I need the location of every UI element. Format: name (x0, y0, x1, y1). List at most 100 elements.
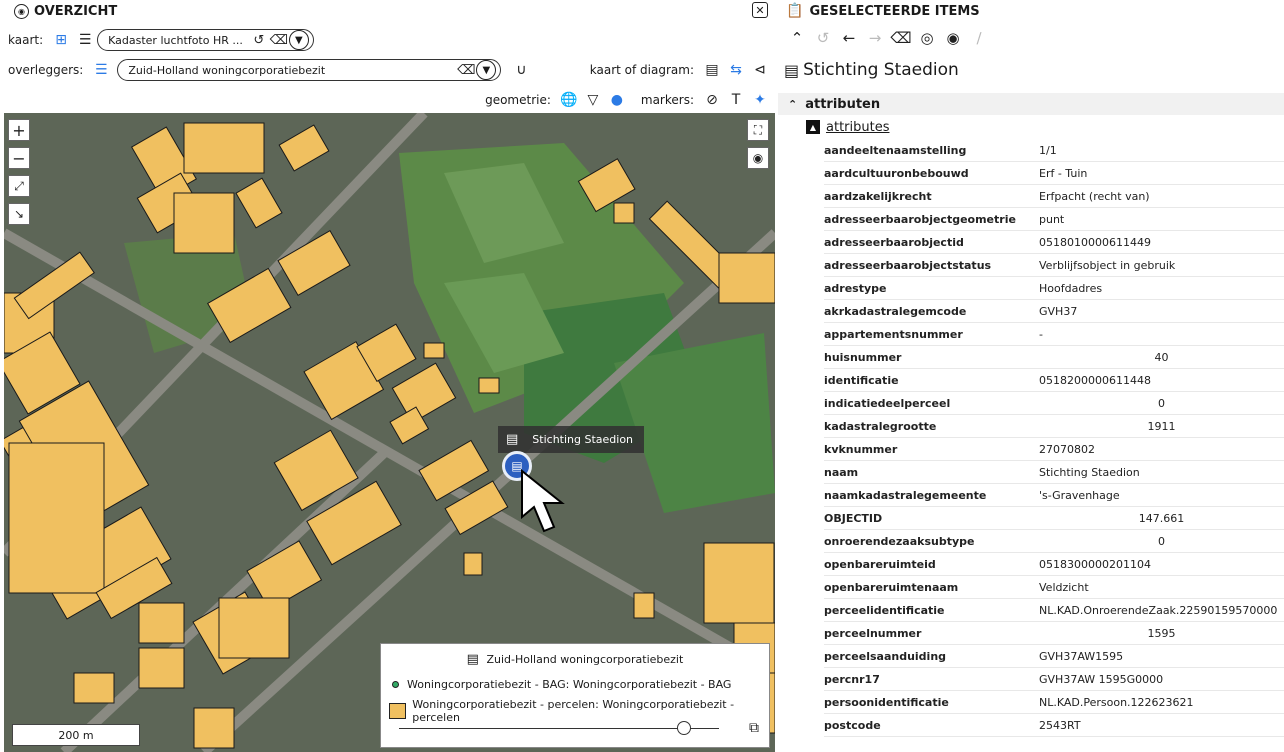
attribute-key: aardcultuuronbebouwd (824, 166, 969, 180)
map-canvas[interactable]: + − ⤢ ↘ ⛶ ◉ ▤ Stichting Staedion ▤ 200 m… (4, 113, 775, 752)
attribute-value: 0518300000201104 (1039, 557, 1151, 571)
legend-item: Woningcorporatiebezit - BAG: Woningcorpo… (389, 678, 731, 691)
overleggers-label: overleggers: (8, 63, 84, 77)
legend-item-label: Woningcorporatiebezit - BAG: Woningcorpo… (407, 678, 732, 691)
attribute-value: 27070802 (1039, 442, 1095, 456)
arrow-left-icon[interactable]: ← (836, 29, 862, 47)
attribute-key: openbareruimteid (824, 557, 936, 571)
attribute-row: openbareruimtenaam Veldzicht (824, 576, 1284, 599)
eye-icon[interactable]: ◉ (940, 29, 966, 47)
attribute-key: adresseerbaarobjectgeometrie (824, 212, 1016, 226)
attribute-row: naamkadastralegemeente 's-Gravenhage (824, 484, 1284, 507)
eraser-icon[interactable]: ⌫ (888, 29, 914, 47)
opacity-slider[interactable] (399, 728, 719, 729)
polygon-symbol-icon (389, 703, 407, 719)
map-icon: ▤ (466, 652, 479, 667)
attribute-row: identificatie 0518200000611448 (824, 369, 1284, 392)
layers-tree-icon[interactable]: ⊞ (51, 30, 71, 50)
subsection-label[interactable]: attributes (826, 120, 889, 135)
legend-item: Woningcorporatiebezit - percelen: Woning… (389, 698, 769, 724)
attribute-value: 147.661 (1138, 511, 1185, 525)
attribute-value: GVH37AW 1595G0000 (1039, 672, 1164, 686)
opacity-slider-handle[interactable] (677, 721, 691, 735)
overlay-select[interactable]: Zuid-Holland woningcorporatiebezit ⌫ ▼ (117, 59, 502, 81)
camera-icon[interactable]: ◉ (747, 147, 769, 169)
copy-icon[interactable]: ⧉ (749, 720, 759, 736)
selection-toolbar: ⌃ ↺ ← → ⌫ ◎ ◉ ∕ (784, 27, 992, 49)
attribute-value: Stichting Staedion (1039, 465, 1140, 479)
list-icon[interactable]: ☰ (91, 60, 111, 80)
scale-bar: 200 m (12, 724, 140, 746)
collapse-all-icon[interactable]: ⌃ (784, 29, 810, 47)
basemap-value: Kadaster luchtfoto HR ... (108, 33, 243, 47)
attribute-value: Erf - Tuin (1039, 166, 1088, 180)
zoom-out-button[interactable]: − (8, 147, 30, 169)
legend-item-label: Woningcorporatiebezit - percelen: Woning… (412, 698, 735, 724)
markers-label: markers: (640, 93, 694, 107)
attribute-key: naamkadastralegemeente (824, 488, 987, 502)
filter-icon[interactable]: ▽ (583, 90, 603, 110)
attribute-row: indicatiedeelperceel 0 (824, 392, 1284, 415)
share-icon[interactable]: ⊲ (750, 60, 770, 80)
attribute-key: openbareruimtenaam (824, 580, 959, 594)
attribute-row: naam Stichting Staedion (824, 461, 1284, 484)
map-icon: ▤ (784, 60, 800, 80)
history-icon: ↺ (816, 29, 830, 47)
close-icon[interactable]: ✕ (752, 2, 768, 18)
zoom-extent-icon[interactable]: ⤢ (8, 175, 30, 197)
attribute-row: huisnummer 40 (824, 346, 1284, 369)
overview-title-bar: ◉ OVERZICHT (0, 0, 776, 22)
history-icon[interactable]: ↺ (249, 30, 269, 50)
globe-icon[interactable]: 🌐 (559, 90, 579, 110)
marker-off-icon[interactable]: ⊘ (702, 90, 722, 110)
attribute-value: Hoofdadres (1039, 281, 1103, 295)
chevron-down-icon[interactable]: ▼ (288, 30, 309, 50)
attribute-value: 0518010000611449 (1039, 235, 1151, 249)
attribute-row: aandeeltenaamstelling 1/1 (824, 139, 1284, 162)
attribute-value: 1911 (1147, 419, 1176, 433)
map-icon: ▤ (506, 432, 519, 447)
selected-items-title: GESELECTEERDE ITEMS (809, 3, 980, 19)
attribute-key: indicatiedeelperceel (824, 396, 951, 410)
attribute-value: 0 (1158, 396, 1165, 410)
attributes-subsection[interactable]: ▲ attributes (806, 117, 889, 137)
fullscreen-icon[interactable]: ⛶ (747, 119, 769, 141)
overview-title: OVERZICHT (34, 3, 118, 19)
geometrie-label: geometrie: (485, 93, 551, 107)
basemap-select[interactable]: Kadaster luchtfoto HR ... ↺ ⌫ ▼ (97, 29, 314, 51)
chevron-down-icon[interactable]: ▼ (476, 60, 497, 80)
attribute-row: openbareruimteid 0518300000201104 (824, 553, 1284, 576)
cluster-icon[interactable]: ✦ (750, 90, 770, 110)
legend-title-text: Zuid-Holland woningcorporatiebezit (486, 653, 684, 666)
list-icon[interactable]: ☰ (75, 30, 95, 50)
text-icon[interactable]: T (726, 90, 746, 110)
map-icon[interactable]: ▤ (702, 60, 722, 80)
zoom-in-button[interactable]: + (8, 119, 30, 141)
attribute-key: adresseerbaarobjectid (824, 235, 964, 249)
attributes-section-header[interactable]: ⌃ attributen (778, 93, 1284, 115)
collapse-icon[interactable]: ↘ (8, 203, 30, 225)
locate-icon[interactable]: ◎ (914, 29, 940, 47)
attribute-key: onroerendezaaksubtype (824, 534, 975, 548)
point-symbol-icon (392, 681, 399, 688)
swap-icon[interactable]: ⇆ (726, 60, 746, 80)
overlays-row: overleggers: ☰ Zuid-Holland woningcorpor… (0, 57, 776, 83)
attribute-key: akrkadastralegemcode (824, 304, 967, 318)
attribute-row: appartementsnummer - (824, 323, 1284, 346)
basemap-row: kaart: ⊞ ☰ Kadaster luchtfoto HR ... ↺ ⌫… (0, 27, 314, 53)
scale-text: 200 m (58, 728, 94, 742)
collapse-box-icon[interactable]: ▲ (806, 120, 820, 134)
attribute-value: - (1039, 327, 1043, 341)
location-pin-icon[interactable]: ● (607, 90, 627, 110)
attribute-value: NL.KAD.OnroerendeZaak.22590159570000 (1039, 603, 1278, 617)
attribute-value: 40 (1154, 350, 1169, 364)
attribute-value: NL.KAD.Persoon.122623621 (1039, 695, 1194, 709)
magnet-icon[interactable]: ∪ (511, 60, 531, 80)
kaart-label: kaart: (8, 33, 44, 47)
selected-items-title-bar: 📋 GESELECTEERDE ITEMS (786, 0, 980, 22)
attribute-key: aardzakelijkrecht (824, 189, 932, 203)
eraser-icon[interactable]: ⌫ (269, 30, 289, 50)
eraser-icon[interactable]: ⌫ (456, 60, 476, 80)
attribute-table: aandeeltenaamstelling 1/1 aardcultuuronbeb… (824, 139, 1284, 737)
attribute-key: OBJECTID (824, 511, 883, 525)
